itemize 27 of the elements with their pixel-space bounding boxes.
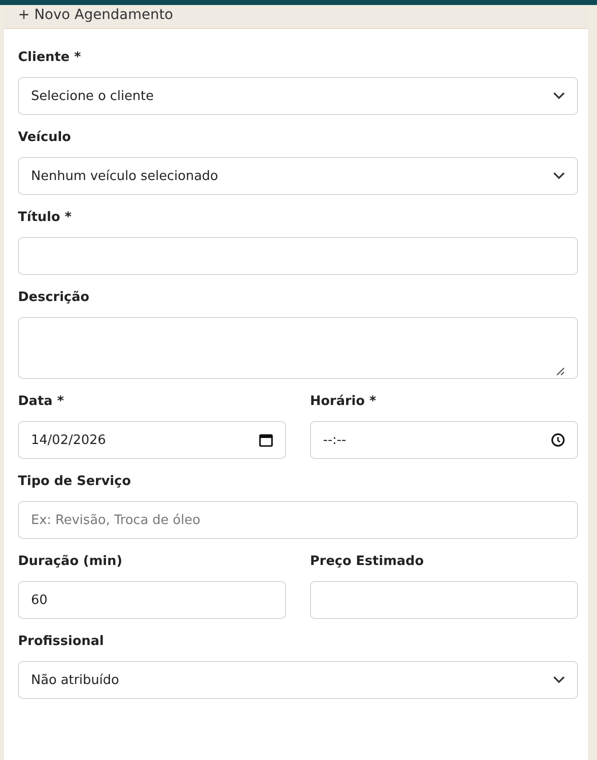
field-label: Veículo	[18, 129, 72, 147]
input-field[interactable]	[310, 581, 578, 619]
field-label: Duração (min)	[18, 553, 124, 571]
field-label: Data *	[18, 393, 65, 411]
field-label: Profissional	[18, 633, 105, 651]
field-label: Tipo de Serviço	[18, 473, 132, 491]
chevron-down-icon	[553, 172, 565, 180]
chevron-down-icon	[553, 92, 565, 100]
input-field[interactable]: Ex: Revisão, Troca de óleo	[18, 501, 578, 539]
calendar-icon[interactable]	[259, 433, 273, 447]
field-label: Cliente *	[18, 49, 82, 67]
field-label: Título *	[18, 209, 73, 227]
select-field[interactable]: Nenhum veículo selecionado	[18, 157, 578, 195]
field-label: Preço Estimado	[310, 553, 425, 571]
clock-icon[interactable]	[551, 433, 565, 447]
form-title: + Novo Agendamento	[18, 7, 174, 23]
select-field[interactable]: Selecione o cliente	[18, 77, 578, 115]
textarea-field[interactable]	[18, 317, 578, 379]
field-label: Horário *	[310, 393, 378, 411]
chevron-down-icon	[553, 676, 565, 684]
date-field[interactable]: 14/02/2026	[18, 421, 286, 459]
time-field[interactable]: --:--	[310, 421, 578, 459]
resize-grip-icon[interactable]	[556, 367, 565, 376]
input-field[interactable]	[18, 237, 578, 275]
select-field[interactable]: Não atribuído	[18, 661, 578, 699]
field-label: Descrição	[18, 289, 90, 307]
input-field[interactable]: 60	[18, 581, 286, 619]
